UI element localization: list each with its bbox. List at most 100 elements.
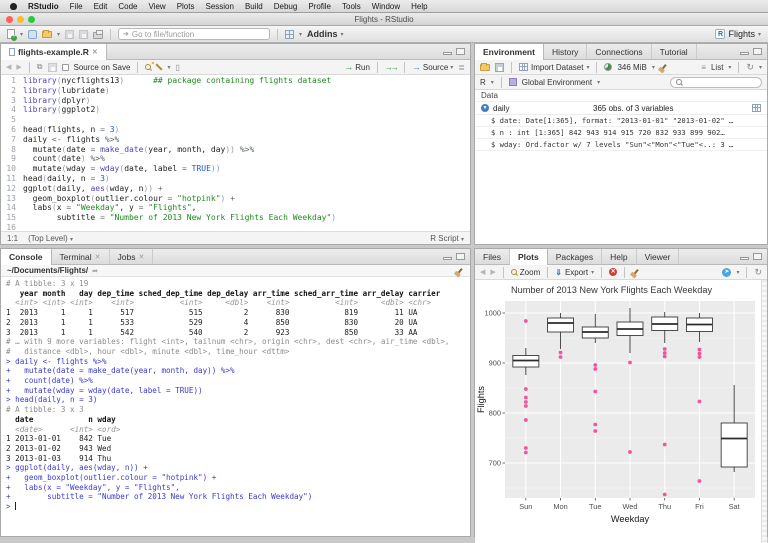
tab-plots[interactable]: Plots [510, 249, 548, 265]
source-on-save-checkbox[interactable] [62, 64, 69, 71]
code-line[interactable]: 3library(dplyr) [1, 96, 470, 106]
code-line[interactable]: 13 geom_boxplot(outlier.colour = "hotpin… [1, 194, 470, 204]
minimize-pane-icon[interactable] [443, 52, 452, 55]
load-workspace-icon[interactable] [480, 64, 490, 71]
tab-flights-example[interactable]: flights-example.R ✕ [1, 44, 107, 60]
code-line[interactable]: 10 mutate(wday = wday(date, label = TRUE… [1, 164, 470, 174]
menu-item-code[interactable]: Code [118, 2, 137, 11]
menu-item-plots[interactable]: Plots [177, 2, 195, 11]
new-file-icon[interactable] [7, 29, 15, 39]
tab-connections[interactable]: Connections [587, 44, 651, 59]
environment-object-row[interactable]: ▼ daily 365 obs. of 3 variables [475, 102, 767, 115]
project-menu[interactable]: R Flights ▾ [715, 29, 761, 39]
maximize-pane-icon[interactable] [456, 48, 465, 55]
new-project-icon[interactable] [28, 30, 37, 39]
menu-item-session[interactable]: Session [205, 2, 233, 11]
plot-scrollbar[interactable] [761, 280, 767, 543]
minimize-pane-icon[interactable] [740, 52, 749, 55]
scope-selector[interactable]: (Top Level) ▾ [28, 234, 73, 243]
clear-all-plots-icon[interactable] [633, 269, 638, 275]
maximize-pane-icon[interactable] [753, 48, 762, 55]
next-plot-icon[interactable]: ▶ [490, 268, 495, 276]
previous-plot-icon[interactable]: ◀ [480, 268, 485, 276]
export-plot-button[interactable]: ⇓ Export ▾ [555, 268, 594, 277]
file-type-selector[interactable]: R Script ▾ [430, 234, 464, 243]
code-line[interactable]: 12ggplot(daily, aes(wday, n)) + [1, 184, 470, 194]
close-tab-icon[interactable]: ✕ [139, 253, 145, 261]
menu-item-edit[interactable]: Edit [94, 2, 108, 11]
maximize-pane-icon[interactable] [753, 253, 762, 260]
import-dataset-button[interactable]: Import Dataset ▾ [519, 63, 589, 72]
goto-directory-icon[interactable]: ➦ [92, 267, 98, 275]
list-view-dropdown[interactable]: ▾ [728, 64, 731, 71]
save-workspace-icon[interactable] [495, 63, 504, 72]
menu-item-rstudio[interactable]: RStudio [28, 2, 59, 11]
environment-search-input[interactable] [685, 79, 756, 86]
code-line[interactable]: 4library(ggplot2) [1, 105, 470, 115]
console-output[interactable]: # A tibble: 3 x 19 year month day dep_ti… [1, 277, 470, 536]
refresh-dropdown[interactable]: ▾ [759, 64, 762, 71]
zoom-plot-button[interactable]: Zoom [511, 268, 540, 277]
pane-layout-icon[interactable] [285, 30, 294, 39]
remove-plot-icon[interactable]: ✕ [609, 268, 617, 276]
menu-item-profile[interactable]: Profile [308, 2, 331, 11]
tab-help[interactable]: Help [602, 249, 636, 264]
apple-menu-icon[interactable] [10, 3, 17, 10]
menu-item-view[interactable]: View [148, 2, 165, 11]
menu-item-tools[interactable]: Tools [342, 2, 361, 11]
environment-scope-selector[interactable]: Global Environment [522, 78, 592, 87]
open-recent-dropdown[interactable]: ▾ [57, 31, 60, 38]
goto-file-function-input[interactable] [132, 30, 265, 39]
code-editor[interactable]: 1library(nycflights13) ## package contai… [1, 75, 470, 231]
code-line[interactable]: 1library(nycflights13) ## package contai… [1, 76, 470, 86]
close-tab-icon[interactable]: ✕ [92, 48, 98, 56]
tab-history[interactable]: History [544, 44, 587, 59]
compile-report-icon[interactable]: ▯ [175, 63, 179, 72]
tab-viewer[interactable]: Viewer [637, 249, 680, 264]
menu-item-build[interactable]: Build [245, 2, 263, 11]
menu-item-help[interactable]: Help [411, 2, 427, 11]
clear-workspace-icon[interactable] [661, 64, 666, 70]
code-line[interactable]: 8 mutate(date = make_date(year, month, d… [1, 145, 470, 155]
maximize-pane-icon[interactable] [456, 253, 465, 260]
environment-search-box[interactable] [670, 77, 762, 88]
code-line[interactable]: 16 [1, 223, 470, 231]
tab-jobs[interactable]: Jobs✕ [110, 249, 154, 264]
code-line[interactable]: 7daily <- flights %>% [1, 135, 470, 145]
open-in-new-window-icon[interactable]: ⧉ [37, 62, 43, 72]
tab-tutorial[interactable]: Tutorial [652, 44, 697, 59]
goto-file-function-box[interactable]: ➜ [118, 28, 270, 40]
save-all-icon[interactable] [79, 30, 88, 39]
tab-console[interactable]: Console [1, 249, 52, 265]
run-button[interactable]: → Run [344, 62, 370, 72]
code-line[interactable]: 9 count(date) %>% [1, 154, 470, 164]
save-source-icon[interactable] [48, 63, 57, 72]
refresh-environment-icon[interactable]: ↻ [746, 62, 754, 73]
code-line[interactable]: 2library(lubridate) [1, 86, 470, 96]
tab-packages[interactable]: Packages [548, 249, 602, 264]
tab-environment[interactable]: Environment [475, 44, 544, 60]
expand-object-icon[interactable]: ▼ [481, 104, 489, 112]
code-line[interactable]: 11head(daily, n = 3) [1, 174, 470, 184]
open-file-icon[interactable] [42, 31, 52, 38]
code-line[interactable]: 14 labs(x = "Weekday", y = "Flights", [1, 203, 470, 213]
refresh-plot-icon[interactable]: ↻ [754, 267, 762, 278]
source-button[interactable]: → Source ▾ [412, 62, 453, 72]
minimize-pane-icon[interactable] [740, 257, 749, 260]
code-tools-icon[interactable] [156, 63, 163, 70]
addins-menu[interactable]: Addins ▾ [307, 29, 344, 39]
code-line[interactable]: 5 [1, 115, 470, 125]
publish-dropdown[interactable]: ▾ [736, 269, 739, 276]
forward-icon[interactable]: ▶ [16, 63, 21, 71]
new-file-dropdown[interactable]: ▾ [20, 31, 23, 38]
close-tab-icon[interactable]: ✕ [95, 253, 101, 261]
tab-files[interactable]: Files [475, 249, 510, 264]
view-data-grid-icon[interactable] [752, 104, 761, 112]
menu-item-file[interactable]: File [70, 2, 83, 11]
memory-dropdown[interactable]: ▾ [652, 64, 655, 71]
memory-usage-icon[interactable] [604, 63, 612, 71]
document-outline-icon[interactable]: ≣ [458, 63, 465, 72]
rerun-icon[interactable]: →→ [385, 63, 397, 72]
pane-layout-dropdown[interactable]: ▾ [299, 31, 302, 38]
clear-console-icon[interactable] [457, 268, 462, 274]
